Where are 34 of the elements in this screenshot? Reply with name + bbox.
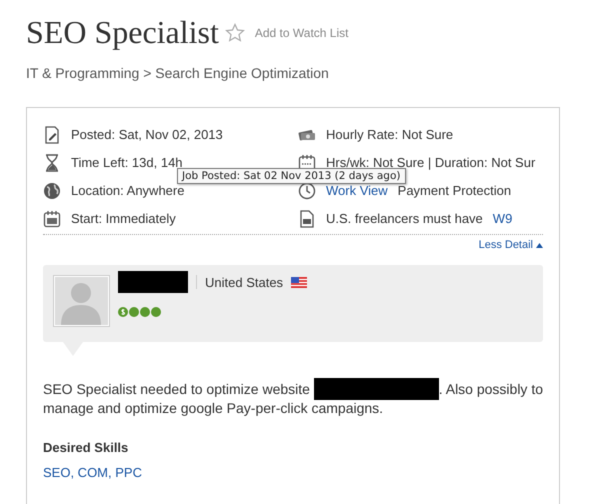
detail-text: Hrs/wk: Not Sure | Duration: Not Sur xyxy=(326,155,536,170)
less-detail-link[interactable]: Less Detail xyxy=(478,239,543,251)
rating-dots-icon xyxy=(129,307,161,317)
detail-text: Posted: Sat, Nov 02, 2013 xyxy=(71,127,223,142)
detail-text: Hourly Rate: Not Sure xyxy=(326,127,454,142)
description-text: . Also possibly to xyxy=(438,381,543,397)
detail-link[interactable]: W9 xyxy=(492,211,512,226)
avatar-icon xyxy=(53,275,110,327)
detail-text: Start: Immediately xyxy=(71,211,176,226)
redaction-bar xyxy=(118,271,188,293)
detail-link[interactable]: Work View xyxy=(326,183,388,198)
description-text: manage and optimize google Pay-per-click campaigns. xyxy=(43,400,384,416)
document-icon xyxy=(298,210,316,228)
skills-link[interactable]: SEO, COM, PPC xyxy=(43,465,142,480)
breadcrumb: IT & Programming > Search Engine Optimization xyxy=(26,65,330,81)
detail-text: Payment Protection xyxy=(398,183,512,198)
caret-icon xyxy=(536,242,543,248)
skills-heading: Desired Skills xyxy=(43,440,130,455)
detail-text: U.S. freelancers must have xyxy=(326,211,483,226)
globe-icon xyxy=(43,182,61,200)
star-icon[interactable] xyxy=(224,22,245,42)
detail-text: Location: Anywhere xyxy=(71,183,184,198)
flag-icon xyxy=(291,276,308,288)
document-pencil-icon xyxy=(43,126,61,144)
dollar-icon xyxy=(118,307,128,317)
tooltip: Job Posted: Sat 02 Nov 2013 (2 days ago) xyxy=(177,168,406,184)
detail-text: Time Left: 13d, 14h xyxy=(71,155,183,170)
clock-icon xyxy=(298,182,316,200)
job-title: SEO Specialist xyxy=(26,14,219,51)
country-text: United States xyxy=(205,274,284,290)
hourglass-icon xyxy=(43,154,61,172)
watch-list-link[interactable]: Add to Watch List xyxy=(254,26,348,40)
calendar-icon xyxy=(43,210,61,228)
description-text: SEO Specialist needed to optimize website xyxy=(43,381,310,397)
